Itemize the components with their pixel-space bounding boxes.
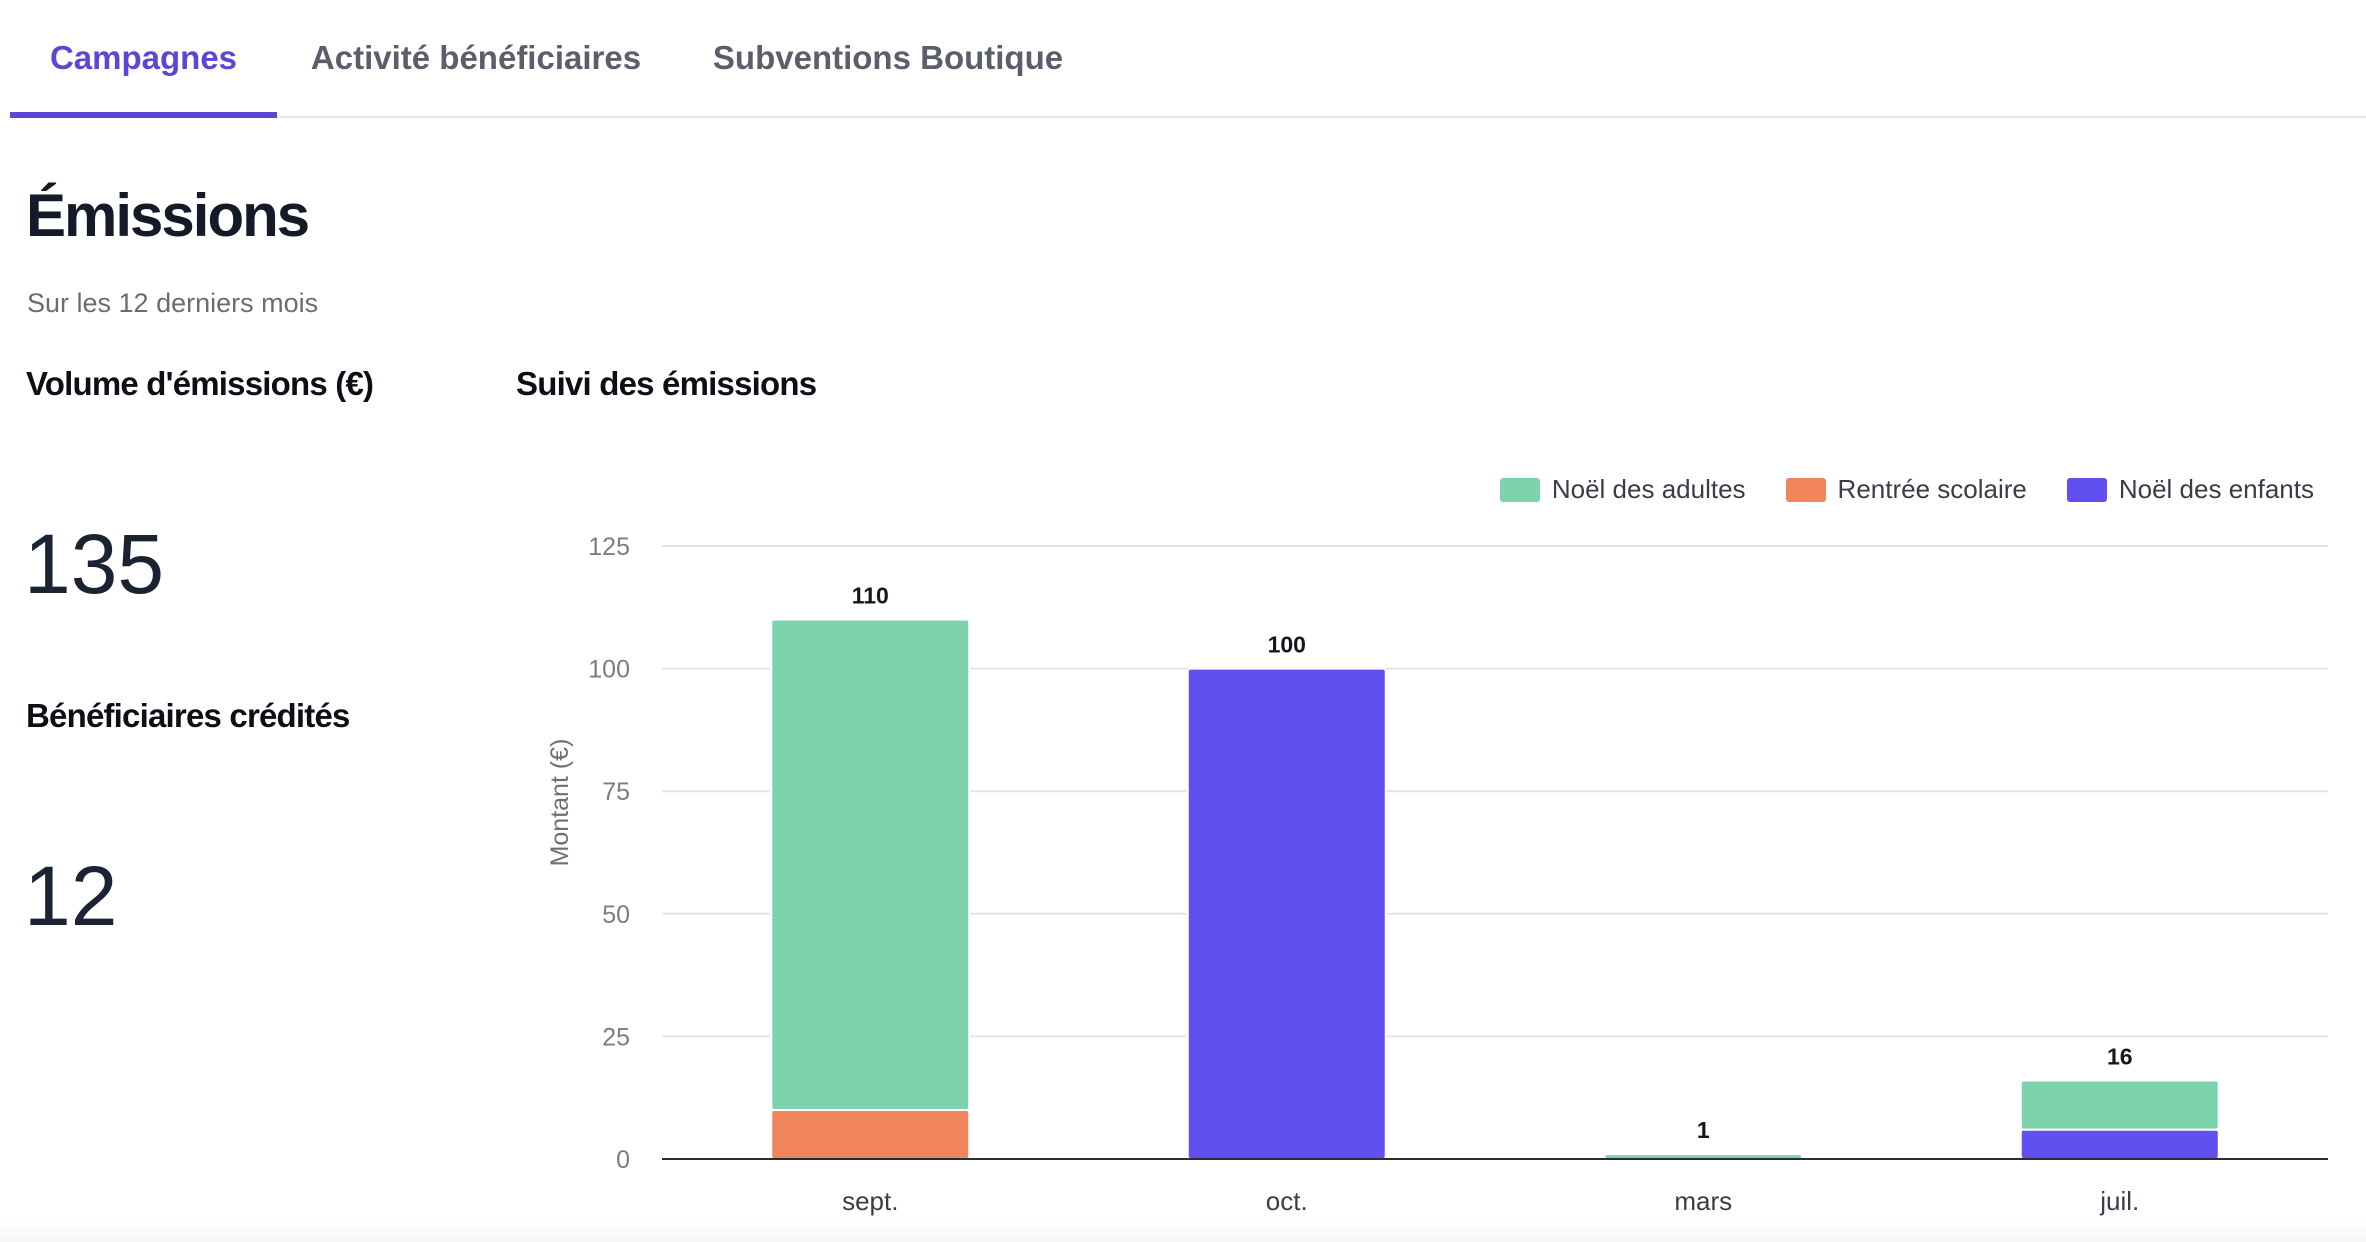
bar-segment	[1603, 1153, 1804, 1160]
tab-campagnes[interactable]: Campagnes	[10, 0, 277, 118]
dashboard-page: Campagnes Activité bénéficiaires Subvent…	[0, 0, 2366, 1242]
page-title: Émissions	[26, 182, 310, 249]
bar-segment	[2019, 1079, 2220, 1131]
y-tick-label: 75	[602, 778, 630, 806]
y-tick-label: 100	[588, 656, 630, 684]
legend-label: Noël des adultes	[1551, 474, 1746, 504]
tab-label: Activité bénéficiaires	[310, 39, 642, 76]
bar-segment	[770, 618, 971, 1111]
volume-heading: Volume d'émissions (€)	[26, 365, 374, 402]
y-tick-label: 50	[602, 901, 630, 929]
chart-heading: Suivi des émissions	[516, 365, 817, 402]
bar-total-label: 100	[1268, 632, 1306, 658]
legend-label: Rentrée scolaire	[1837, 474, 2027, 504]
legend-item[interactable]: Noël des enfants	[2066, 474, 2314, 505]
legend-swatch	[1499, 477, 1540, 502]
bar-total-label: 1	[1697, 1117, 1710, 1143]
bar-segment	[1186, 667, 1387, 1160]
tab-label: Subventions Boutique	[712, 39, 1064, 76]
legend-item[interactable]: Rentrée scolaire	[1785, 474, 2027, 505]
legend-label: Noël des enfants	[2118, 474, 2314, 504]
legend-swatch	[2066, 477, 2107, 502]
volume-value: 135	[24, 517, 165, 611]
bar-segment	[2019, 1128, 2220, 1161]
x-tick-label: juil.	[2099, 1186, 2139, 1216]
x-tick-label: mars	[1674, 1186, 1732, 1216]
beneficiaries-value: 12	[24, 849, 118, 943]
bar-total-label: 16	[2107, 1044, 2133, 1070]
page-subtitle: Sur les 12 derniers mois	[27, 288, 319, 318]
chart-legend: Noël des adultes Rentrée scolaire Noël des…	[1499, 474, 2314, 505]
bar-segment	[770, 1108, 971, 1160]
y-tick-label: 125	[588, 533, 630, 561]
y-axis-label: Montant (€)	[546, 739, 574, 867]
tab-bar: Campagnes Activité bénéficiaires Subvent…	[10, 0, 2366, 118]
bottom-fade	[0, 1222, 2366, 1242]
y-tick-label: 25	[602, 1023, 630, 1051]
y-tick-label: 0	[616, 1146, 630, 1174]
legend-swatch	[1785, 477, 1826, 502]
bar-total-label: 110	[852, 583, 889, 609]
beneficiaries-heading: Bénéficiaires crédités	[26, 697, 350, 734]
x-tick-label: oct.	[1266, 1186, 1308, 1216]
tab-subventions-boutique[interactable]: Subventions Boutique	[713, 0, 1063, 116]
emissions-bar-chart: 0 25 50 75 100 125 Montant (€) 110 sept. 100 oct. 1…	[546, 533, 2328, 1216]
tab-activite-beneficiaires[interactable]: Activité bénéficiaires	[306, 0, 646, 116]
x-tick-label: sept.	[842, 1186, 898, 1216]
tab-label: Campagnes	[49, 39, 238, 76]
legend-item[interactable]: Noël des adultes	[1499, 474, 1746, 505]
